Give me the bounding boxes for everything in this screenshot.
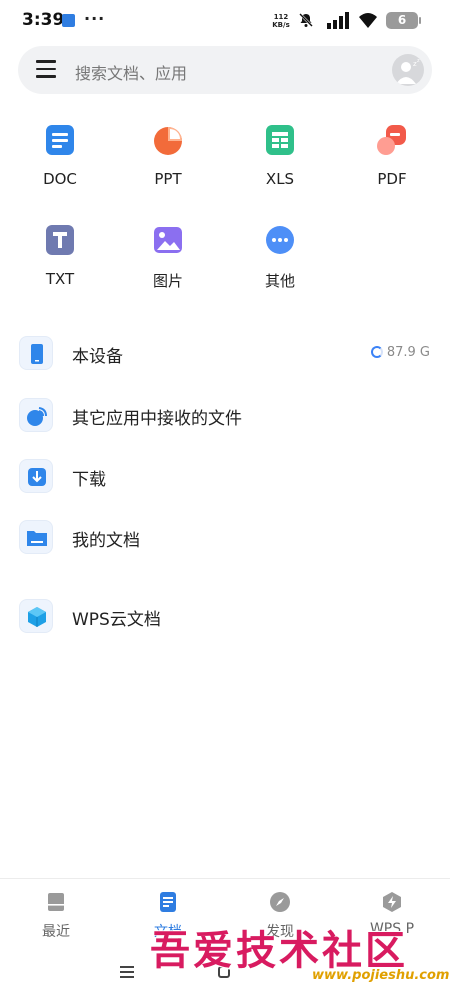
list-item-label: WPS云文档 xyxy=(72,610,161,630)
search-placeholder[interactable]: 搜索文档、应用 xyxy=(75,60,187,84)
list-item-label: 下载 xyxy=(72,470,106,490)
file-type-label: DOC xyxy=(43,170,77,188)
file-type-label: XLS xyxy=(265,170,295,188)
txt-icon xyxy=(46,225,74,255)
list-item-my-documents[interactable]: 我的文档 xyxy=(0,510,450,566)
notification-dots: ··· xyxy=(84,9,106,28)
more-icon xyxy=(266,226,294,254)
ppt-icon xyxy=(154,127,182,155)
menu-icon[interactable] xyxy=(36,60,56,80)
network-speed: 112 KB/s xyxy=(270,13,292,29)
file-type-label: PPT xyxy=(154,170,182,188)
list-item-device[interactable]: 本设备 87.9 G xyxy=(0,326,450,382)
file-type-image[interactable]: 图片 xyxy=(112,218,224,298)
file-type-ppt[interactable]: PPT xyxy=(112,118,224,198)
bolt-icon xyxy=(383,892,401,912)
list-item-download[interactable]: 下载 xyxy=(0,449,450,505)
user-sleep-icon: z z xyxy=(396,58,420,84)
compass-icon xyxy=(270,892,290,912)
tab-label: 最近 xyxy=(42,924,70,940)
file-type-pdf[interactable]: PDF xyxy=(336,118,448,198)
net-speed-unit: KB/s xyxy=(272,21,290,29)
download-icon xyxy=(19,459,53,493)
accessibility-icon xyxy=(62,14,75,27)
status-bar: 3:39 ··· 112 KB/s 6 xyxy=(0,0,450,42)
folder-icon xyxy=(19,520,53,554)
net-speed-value: 112 xyxy=(273,13,289,21)
signal-icon xyxy=(327,12,349,29)
file-type-label: TXT xyxy=(45,270,75,288)
phone-icon xyxy=(19,336,53,370)
list-item-received-files[interactable]: 其它应用中接收的文件 xyxy=(0,388,450,444)
watermark-url: www.pojieshu.com xyxy=(312,968,450,983)
tab-recent[interactable]: 最近 xyxy=(0,879,112,949)
list-item-label: 其它应用中接收的文件 xyxy=(72,409,242,429)
battery-icon: 6 xyxy=(386,12,421,29)
recents-nav-icon[interactable] xyxy=(120,966,134,978)
list-item-label: 本设备 xyxy=(72,347,123,367)
svg-text:z: z xyxy=(417,58,420,64)
xls-icon xyxy=(266,125,294,155)
mute-bell-icon xyxy=(299,13,313,27)
file-type-xls[interactable]: XLS xyxy=(224,118,336,198)
wifi-icon xyxy=(359,13,377,28)
image-icon xyxy=(154,227,182,253)
file-type-doc[interactable]: DOC xyxy=(4,118,116,198)
pdf-icon xyxy=(377,125,406,155)
file-type-other[interactable]: 其他 xyxy=(224,218,336,298)
list-item-label: 我的文档 xyxy=(72,531,140,551)
status-time: 3:39 xyxy=(22,10,65,30)
doc-icon xyxy=(46,125,74,155)
file-type-label: PDF xyxy=(377,170,407,188)
storage-size: 87.9 G xyxy=(386,345,430,360)
list-item-wps-cloud[interactable]: WPS云文档 xyxy=(0,589,450,645)
file-type-txt[interactable]: TXT xyxy=(4,218,116,298)
storage-info: 87.9 G xyxy=(370,345,430,360)
file-type-label: 其他 xyxy=(264,272,295,290)
file-type-label: 图片 xyxy=(152,272,183,290)
received-files-icon xyxy=(19,398,53,432)
avatar[interactable]: z z xyxy=(392,54,424,86)
search-bar[interactable]: 搜索文档、应用 z z xyxy=(18,46,432,94)
storage-ring-icon xyxy=(370,346,383,358)
document-icon xyxy=(160,892,176,912)
recent-icon xyxy=(48,893,64,911)
cloud-cube-icon xyxy=(19,599,53,633)
